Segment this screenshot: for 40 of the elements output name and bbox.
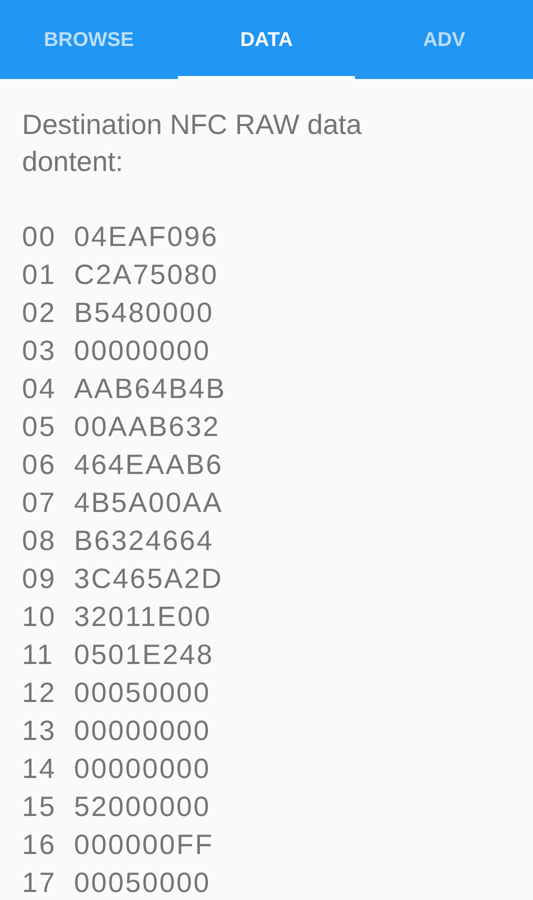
hex-value: 0501E248	[74, 638, 214, 672]
page-number: 15	[22, 790, 58, 824]
hex-value: 04EAF096	[74, 220, 218, 254]
page-number: 10	[22, 600, 58, 634]
page-number: 07	[22, 486, 58, 520]
hex-value: AAB64B4B	[74, 372, 226, 406]
page-number: 05	[22, 410, 58, 444]
page-number: 11	[22, 638, 56, 672]
page-number: 06	[22, 448, 58, 482]
hex-value: 00050000	[74, 866, 211, 900]
hex-value: C2A75080	[74, 258, 218, 292]
hex-value: 000000FF	[74, 828, 214, 862]
page-number: 09	[22, 562, 58, 596]
page-number: 12	[22, 676, 58, 710]
hex-value: 3C465A2D	[74, 562, 223, 596]
page-number: 13	[22, 714, 58, 748]
hex-value: B5480000	[74, 296, 214, 330]
page-number: 00	[22, 220, 58, 254]
tab[interactable]: DATA	[178, 0, 356, 79]
hex-value: 52000000	[74, 790, 211, 824]
page-number: 17	[22, 866, 58, 900]
page-number: 14	[22, 752, 58, 786]
hex-value: 00050000	[74, 676, 211, 710]
hex-value: 4B5A00AA	[74, 486, 223, 520]
hex-value: B6324664	[74, 524, 214, 558]
page-number: 03	[22, 334, 58, 368]
hex-value: 32011E00	[74, 600, 212, 634]
hex-value: 00000000	[74, 752, 211, 786]
hex-value: 00AAB632	[74, 410, 220, 444]
page-number: 02	[22, 296, 58, 330]
hex-value: 464EAAB6	[74, 448, 223, 482]
page-number: 04	[22, 372, 58, 406]
page-number: 01	[22, 258, 58, 292]
page-number: 08	[22, 524, 58, 558]
tab[interactable]: BROWSE	[0, 0, 178, 79]
tab[interactable]: ADV	[355, 0, 533, 79]
page-number: 16	[22, 828, 58, 862]
hex-value: 00000000	[74, 714, 211, 748]
content-heading: Destination NFC RAW data dontent:	[22, 108, 363, 179]
hex-value: 00000000	[74, 334, 211, 368]
